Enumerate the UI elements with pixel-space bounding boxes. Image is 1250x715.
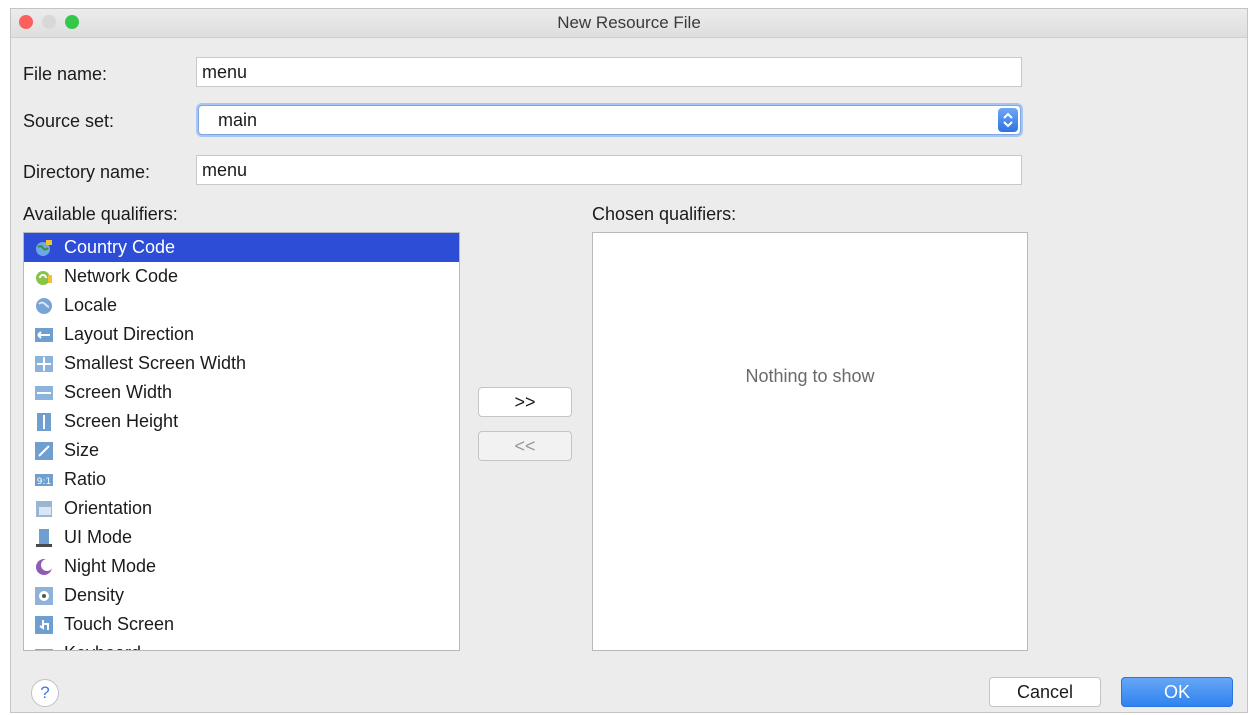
qualifier-item[interactable]: UI Mode bbox=[24, 523, 459, 552]
qualifier-item-label: Ratio bbox=[64, 469, 107, 489]
source-set-value: main bbox=[218, 110, 258, 130]
globe-flag-icon bbox=[34, 238, 54, 258]
qualifier-item-label: Screen Height bbox=[64, 411, 179, 431]
source-set-label: Source set: bbox=[23, 111, 115, 131]
source-set-select[interactable]: main bbox=[198, 105, 1021, 135]
qualifier-item-label: Screen Width bbox=[64, 382, 173, 402]
qualifier-item-label: Smallest Screen Width bbox=[64, 353, 247, 373]
qualifier-item-label: Keyboard bbox=[64, 643, 141, 650]
file-name-input[interactable]: menu bbox=[196, 57, 1022, 87]
resize-icon bbox=[34, 441, 54, 461]
window-title: New Resource File bbox=[557, 13, 701, 32]
qualifier-item-label: Network Code bbox=[64, 266, 179, 286]
qualifier-item[interactable]: Country Code bbox=[24, 233, 459, 262]
touch-icon bbox=[34, 615, 54, 635]
chosen-qualifiers-label: Chosen qualifiers: bbox=[592, 204, 737, 224]
ratio-icon: 9:1 bbox=[34, 470, 54, 490]
empty-state-text: Nothing to show bbox=[745, 366, 875, 386]
qualifier-item[interactable]: Density bbox=[24, 581, 459, 610]
qualifier-item-label: Touch Screen bbox=[64, 614, 175, 634]
density-icon bbox=[34, 586, 54, 606]
new-resource-file-dialog: New Resource File File name: menu Source… bbox=[10, 8, 1248, 713]
qualifier-item[interactable]: Orientation bbox=[24, 494, 459, 523]
svg-text:9:1: 9:1 bbox=[37, 477, 51, 487]
screen-height-icon bbox=[34, 412, 54, 432]
qualifier-item[interactable]: Network Code bbox=[24, 262, 459, 291]
qualifier-item-label: Orientation bbox=[64, 498, 153, 518]
qualifier-item-label: Night Mode bbox=[64, 556, 157, 576]
qualifier-item-label: Layout Direction bbox=[64, 324, 195, 344]
available-qualifiers-list[interactable]: Country Code Network Code Locale Layout Dir… bbox=[23, 232, 460, 651]
globe-icon bbox=[34, 296, 54, 316]
qualifier-item[interactable]: Screen Width bbox=[24, 378, 459, 407]
keyboard-icon bbox=[34, 644, 54, 650]
qualifier-item[interactable]: Smallest Screen Width bbox=[24, 349, 459, 378]
available-qualifiers-label: Available qualifiers: bbox=[23, 204, 178, 224]
directory-name-input[interactable]: menu bbox=[196, 155, 1022, 185]
qualifier-item[interactable]: Layout Direction bbox=[24, 320, 459, 349]
qualifier-item-label: Locale bbox=[64, 295, 118, 315]
qualifier-item[interactable]: Night Mode bbox=[24, 552, 459, 581]
qualifier-item[interactable]: Locale bbox=[24, 291, 459, 320]
qualifier-item-label: UI Mode bbox=[64, 527, 133, 547]
add-qualifier-button[interactable]: >> bbox=[478, 387, 572, 417]
orientation-icon bbox=[34, 499, 54, 519]
night-mode-icon bbox=[34, 557, 54, 577]
directory-name-label: Directory name: bbox=[23, 162, 151, 182]
qualifier-item[interactable]: 9:1 Ratio bbox=[24, 465, 459, 494]
network-antenna-icon bbox=[34, 267, 54, 287]
title-bar: New Resource File bbox=[11, 9, 1247, 38]
qualifier-item-label: Country Code bbox=[64, 237, 176, 257]
layout-direction-icon bbox=[34, 325, 54, 345]
qualifier-item[interactable]: Screen Height bbox=[24, 407, 459, 436]
screen-width-icon bbox=[34, 383, 54, 403]
stepper-chevron-icon bbox=[998, 108, 1018, 132]
qualifier-item-label: Density bbox=[64, 585, 125, 605]
qualifier-item[interactable]: Keyboard bbox=[24, 639, 459, 650]
chosen-qualifiers-list[interactable]: Nothing to show bbox=[592, 232, 1028, 651]
ok-button[interactable]: OK bbox=[1121, 677, 1233, 707]
smallest-width-icon bbox=[34, 354, 54, 374]
remove-qualifier-button[interactable]: << bbox=[478, 431, 572, 461]
help-button[interactable]: ? bbox=[31, 679, 59, 707]
ui-mode-icon bbox=[34, 528, 54, 548]
cancel-button[interactable]: Cancel bbox=[989, 677, 1101, 707]
qualifier-item-label: Size bbox=[64, 440, 100, 460]
file-name-label: File name: bbox=[23, 64, 108, 84]
qualifier-item[interactable]: Size bbox=[24, 436, 459, 465]
qualifier-item[interactable]: Touch Screen bbox=[24, 610, 459, 639]
